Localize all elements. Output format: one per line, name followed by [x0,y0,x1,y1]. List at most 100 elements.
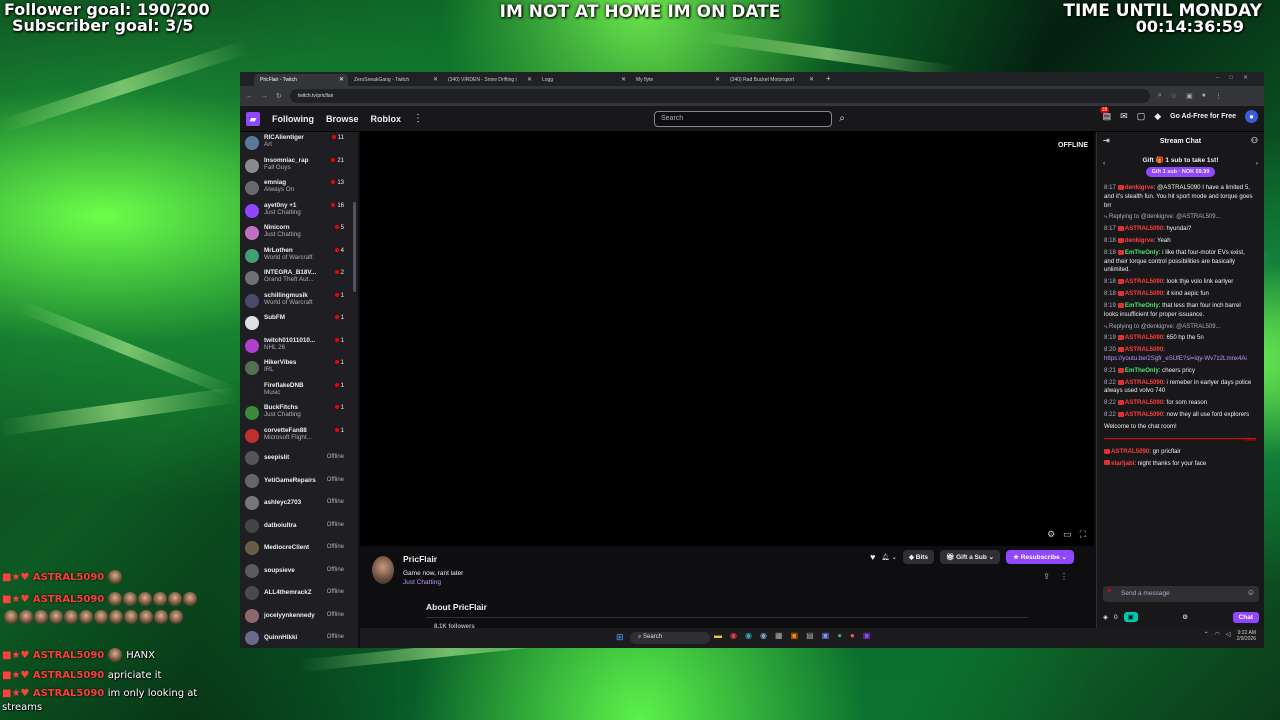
sidebar-channel[interactable]: MediocreClient Offline [240,537,358,560]
volume-icon[interactable]: ◁ [1226,631,1231,642]
bits-button[interactable]: ◆ Bits [902,550,935,564]
chat-username[interactable]: EmTheOnly [1125,367,1159,374]
url-input[interactable]: twitch.tv/pricflair [289,89,1150,103]
chat-send-button[interactable]: Chat [1232,611,1259,623]
sidebar-channel[interactable]: FireflakeDNB Music 1 [240,380,358,403]
sidebar-channel[interactable]: YetiGameRepairs Offline [240,470,358,493]
avatar[interactable]: ● [1245,110,1258,123]
browser-tab[interactable]: Logg ✕ [536,74,630,86]
back-icon[interactable]: ← [246,93,253,100]
sidebar-channel[interactable]: emniag Always On 13 [240,177,358,200]
close-icon[interactable]: ✕ [715,76,720,83]
users-icon[interactable]: ⚇ [1251,136,1258,145]
sidebar-channel[interactable]: ayet0ny +1 Just Chatting 16 [240,200,358,223]
window-controls[interactable]: –□✕ [1216,74,1258,81]
taskbar-clock[interactable]: 9:22 AM 2/9/2026 [1237,630,1256,642]
nav-following[interactable]: Following [272,114,314,124]
gift-sub-chat-button[interactable]: Gift 1 sub · NOK 59.99 [1145,167,1216,177]
share-icon[interactable]: ⇪ [1043,572,1050,581]
whispers-icon[interactable]: ✉ [1120,111,1128,122]
new-tab-icon[interactable]: + [818,74,839,86]
chevron-up-icon[interactable]: ⌃ [1204,631,1209,642]
channel-points-icon[interactable]: ◈ [1103,613,1108,621]
app-icon[interactable]: ▤ [806,631,814,640]
menu-icon[interactable]: ⋮ [1215,92,1222,100]
chat-username[interactable]: denkigrve [1125,184,1154,191]
close-icon[interactable]: ✕ [621,76,626,83]
chevron-right-icon[interactable]: › [1256,160,1258,167]
sidebar-channel[interactable]: SubFM 1 [240,312,358,335]
file-explorer-icon[interactable]: ▬ [714,631,722,640]
emote-picker-icon[interactable]: ☺ [1247,588,1255,597]
browser-tab[interactable]: My flyte ✕ [630,74,724,86]
sidebar-channel[interactable]: datboiultra Offline [240,515,358,538]
browser-tab[interactable]: (340) VIRDEN - Snow Drifting i ✕ [442,74,536,86]
windows-start-icon[interactable]: ⊞ [616,632,626,642]
chat-username[interactable]: ASTRAL5090 [1125,379,1163,386]
twitch-logo-icon[interactable]: ▰ [246,111,260,126]
bits-icon[interactable]: ◆ [1154,111,1161,122]
chat-username[interactable]: ASTRAL5090 [1111,448,1149,455]
claim-points-button[interactable]: ▣ [1123,612,1138,622]
sidebar-channel[interactable]: soupsieve Offline [240,560,358,583]
chat-username[interactable]: EmTheOnly [1125,302,1159,309]
sidebar-channel[interactable]: schillingmusik World of Warcraft 1 [240,290,358,313]
chat-input[interactable]: ♥ Send a message ☺ [1103,586,1259,602]
close-icon[interactable]: ✕ [433,76,438,83]
wifi-icon[interactable]: ◠ [1215,631,1220,642]
reload-icon[interactable]: ↻ [276,92,282,100]
sidebar-channel[interactable]: Ninicorn Just Chatting 5 [240,222,358,245]
sidebar-channel[interactable]: INTEGRA_B18V... Grand Theft Aut... 2 [240,267,358,290]
more-icon[interactable]: ⋮ [413,113,423,124]
chat-username[interactable]: starljabi [1111,460,1134,467]
sidebar-channel[interactable]: HikerVibes IRL 1 [240,357,358,380]
forward-icon[interactable]: → [261,93,268,100]
chat-link[interactable]: https://youtu.be/2Sgfr_eSUfE?si=Iqy-Wv7z… [1104,355,1247,362]
search-icon[interactable]: ⌕ [834,111,850,127]
streamer-avatar[interactable] [372,556,394,584]
browser-tab[interactable]: PricFlair - Twitch ✕ [254,74,348,86]
app-icon[interactable]: ▦ [775,631,783,640]
fullscreen-icon[interactable]: ⛶ [1080,529,1086,540]
browser-tab[interactable]: (340) Rad Bucket Motorsport ✕ [724,74,818,86]
spotify-icon[interactable]: ● [837,631,842,640]
browser-tab[interactable]: ZeroSneakGang - Twitch ✕ [348,74,442,86]
sidebar-channel[interactable]: MrLothen World of Warcraft 4 [240,245,358,268]
chat-username[interactable]: ASTRAL5090 [1125,290,1163,297]
sidebar-channel[interactable]: RICAlientiger Art 11 [240,132,358,155]
chat-username[interactable]: ASTRAL5090 [1125,346,1163,353]
crown-icon[interactable]: ▢ [1137,111,1146,122]
stream-category[interactable]: Just Chatting [403,579,441,586]
bookmark-icon[interactable]: ☆ [1171,92,1177,100]
zoom-icon[interactable]: ⌕ [1158,92,1162,100]
steam-icon[interactable]: ◉ [760,631,767,640]
more-options-icon[interactable]: ⋮ [1060,572,1068,581]
chat-username[interactable]: EmTheOnly [1125,249,1159,256]
notifications-icon[interactable]: ▤ 18 [1099,107,1111,122]
notification-bell-icon[interactable]: 🔔︎ ⌄ [881,553,897,561]
video-player[interactable]: OFFLINE ⚙ ▭ ⛶ [360,132,1094,546]
nav-browse[interactable]: Browse [326,114,359,124]
close-icon[interactable]: ✕ [339,76,344,83]
theatre-mode-icon[interactable]: ▭ [1063,529,1072,540]
sidebar-channel[interactable]: BuckFitchs Just Chatting 1 [240,402,358,425]
sidebar-channel[interactable]: jocelyynkennedy Offline [240,605,358,628]
search-input[interactable]: Search [654,111,832,127]
streamer-name[interactable]: PricFlair [403,554,437,564]
gift-sub-button[interactable]: 🎁︎ Gift a Sub ⌄ [940,550,1001,564]
sidebar-channel[interactable]: ashleyc2703 Offline [240,492,358,515]
nav-roblox[interactable]: Roblox [371,114,402,124]
heart-icon[interactable]: ♥ [1107,588,1111,595]
chat-username[interactable]: ASTRAL5090 [1125,411,1163,418]
app-icon[interactable]: ▣ [791,631,799,640]
obs-icon[interactable]: ● [850,631,855,640]
discord-icon[interactable]: ▣ [863,631,871,640]
chat-username[interactable]: ASTRAL5090 [1125,334,1163,341]
chat-username[interactable]: ASTRAL5090 [1125,278,1163,285]
close-icon[interactable]: ✕ [809,76,814,83]
chevron-left-icon[interactable]: ‹ [1103,160,1105,167]
collapse-icon[interactable]: ⇥ [1103,136,1110,145]
close-icon[interactable]: ✕ [527,76,532,83]
chat-username[interactable]: ASTRAL5090 [1125,225,1163,232]
resubscribe-button[interactable]: ★ Resubscribe ⌄ [1006,550,1074,564]
